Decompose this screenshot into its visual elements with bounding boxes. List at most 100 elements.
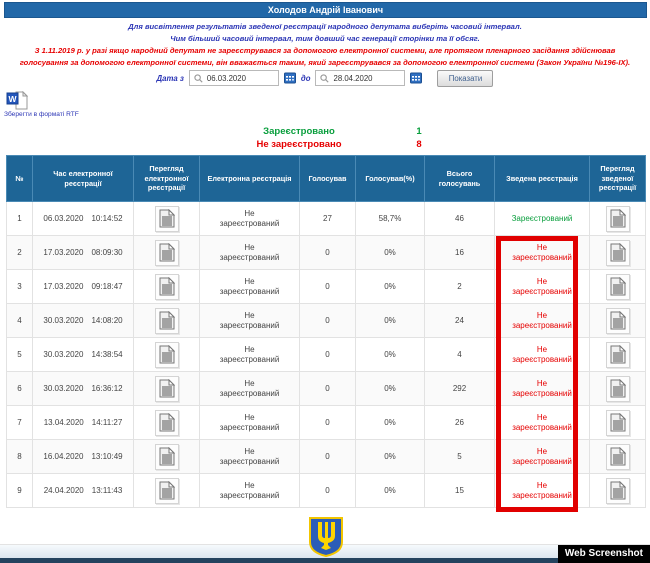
- registration-time: 30.03.202014:38:54: [33, 338, 134, 372]
- not-registered-count: 8: [404, 139, 434, 150]
- voted-count: 27: [300, 202, 356, 236]
- summary-status-text: Зареєстрований: [512, 214, 573, 224]
- table-row: 530.03.202014:38:54Не зареєстрований00%4…: [7, 338, 646, 372]
- footer-blue-bar: [0, 558, 650, 563]
- web-screenshot-watermark: Web Screenshot: [558, 545, 650, 563]
- column-header: Перегляд електронної реєстрації: [134, 156, 200, 202]
- view-summary-registration-button[interactable]: [606, 410, 630, 436]
- view-summary-registration-button[interactable]: [606, 274, 630, 300]
- view-summary-registration-cell: [590, 440, 646, 474]
- view-electronic-registration-button[interactable]: [155, 308, 179, 334]
- page-title: Холодов Андрій Іванович: [4, 2, 647, 18]
- row-number: 7: [7, 406, 33, 440]
- view-summary-registration-button[interactable]: [606, 240, 630, 266]
- table-row: 630.03.202016:36:12Не зареєстрований00%2…: [7, 372, 646, 406]
- table-header-row: №Час електронної реєстраціїПерегляд елек…: [7, 156, 646, 202]
- total-votes: 292: [425, 372, 495, 406]
- registration-time: 13.04.202014:11:27: [33, 406, 134, 440]
- calendar-icon[interactable]: [284, 72, 296, 84]
- rtf-link-label: Зберегти в форматі RTF: [4, 111, 94, 118]
- view-electronic-registration-button[interactable]: [155, 274, 179, 300]
- voted-percent: 0%: [356, 304, 425, 338]
- view-electronic-registration-button[interactable]: [155, 444, 179, 470]
- row-number: 3: [7, 270, 33, 304]
- rtf-export-link[interactable]: W Зберегти в форматі RTF: [4, 91, 94, 118]
- registration-datetime: 13.04.202014:11:27: [44, 418, 123, 427]
- total-votes: 15: [425, 474, 495, 508]
- view-summary-registration-button[interactable]: [606, 206, 630, 232]
- summary-status-text: Не зареєстрований: [510, 379, 574, 399]
- view-summary-registration-button[interactable]: [606, 308, 630, 334]
- document-page-icon: [159, 311, 175, 330]
- registration-time: 16.04.202013:10:49: [33, 440, 134, 474]
- voted-percent: 0%: [356, 270, 425, 304]
- row-number: 9: [7, 474, 33, 508]
- view-electronic-registration-button[interactable]: [155, 342, 179, 368]
- show-button[interactable]: Показати: [437, 70, 493, 87]
- view-summary-registration-cell: [590, 474, 646, 508]
- date-to-label: до: [301, 74, 311, 83]
- total-votes: 26: [425, 406, 495, 440]
- document-page-icon: [610, 277, 626, 296]
- registered-label: Зареєстровано: [219, 126, 379, 137]
- instruction-line-1: Для висвітлення результатів зведеної реє…: [0, 22, 650, 31]
- table-row: 816.04.202013:10:49Не зареєстрований00%5…: [7, 440, 646, 474]
- view-summary-registration-button[interactable]: [606, 342, 630, 368]
- registered-count: 1: [404, 126, 434, 137]
- electronic-status-text: Не зареєстрований: [218, 379, 282, 399]
- word-document-icon: W: [6, 91, 28, 110]
- electronic-registration-status: Не зареєстрований: [200, 270, 300, 304]
- electronic-registration-status: Не зареєстрований: [200, 406, 300, 440]
- column-header: Голосував(%): [356, 156, 425, 202]
- view-summary-registration-button[interactable]: [606, 376, 630, 402]
- date-from-label: Дата з: [157, 74, 184, 83]
- date-from-value: 06.03.2020: [207, 74, 246, 83]
- view-summary-registration-button[interactable]: [606, 444, 630, 470]
- view-summary-registration-button[interactable]: [606, 478, 630, 504]
- view-electronic-registration-button[interactable]: [155, 410, 179, 436]
- electronic-registration-status: Не зареєстрований: [200, 202, 300, 236]
- view-electronic-registration-button[interactable]: [155, 478, 179, 504]
- electronic-registration-status: Не зареєстрований: [200, 236, 300, 270]
- document-page-icon: [159, 413, 175, 432]
- column-header: Зведена реєстрація: [495, 156, 590, 202]
- electronic-registration-status: Не зареєстрований: [200, 338, 300, 372]
- summary-registration-status: Не зареєстрований: [495, 338, 590, 372]
- table-row: 317.03.202009:18:47Не зареєстрований00%2…: [7, 270, 646, 304]
- summary-registration-status: Не зареєстрований: [495, 372, 590, 406]
- results-table: №Час електронної реєстраціїПерегляд елек…: [6, 155, 646, 508]
- view-summary-registration-cell: [590, 202, 646, 236]
- calendar-icon[interactable]: [410, 72, 422, 84]
- total-votes: 24: [425, 304, 495, 338]
- registration-time: 06.03.202010:14:52: [33, 202, 134, 236]
- column-header: Час електронної реєстрації: [33, 156, 134, 202]
- voted-count: 0: [300, 474, 356, 508]
- voted-percent: 0%: [356, 236, 425, 270]
- document-page-icon: [159, 481, 175, 500]
- total-votes: 4: [425, 338, 495, 372]
- summary-status-text: Не зареєстрований: [510, 311, 574, 331]
- view-summary-registration-cell: [590, 372, 646, 406]
- voted-count: 0: [300, 406, 356, 440]
- view-electronic-registration-cell: [134, 270, 200, 304]
- view-electronic-registration-button[interactable]: [155, 206, 179, 232]
- registration-time: 30.03.202014:08:20: [33, 304, 134, 338]
- total-votes: 46: [425, 202, 495, 236]
- view-electronic-registration-cell: [134, 236, 200, 270]
- date-from-input[interactable]: 06.03.2020: [189, 70, 279, 86]
- document-page-icon: [159, 277, 175, 296]
- electronic-status-text: Не зареєстрований: [218, 447, 282, 467]
- document-page-icon: [610, 413, 626, 432]
- law-warning-text: З 1.11.2019 р. у разі якщо народний депу…: [15, 45, 635, 69]
- document-page-icon: [159, 209, 175, 228]
- view-electronic-registration-cell: [134, 304, 200, 338]
- date-to-input[interactable]: 28.04.2020: [315, 70, 405, 86]
- table-row: 217.03.202008:09:30Не зареєстрований00%1…: [7, 236, 646, 270]
- voted-percent: 0%: [356, 474, 425, 508]
- document-page-icon: [610, 379, 626, 398]
- view-electronic-registration-button[interactable]: [155, 240, 179, 266]
- view-electronic-registration-button[interactable]: [155, 376, 179, 402]
- table-row: 106.03.202010:14:52Не зареєстрований2758…: [7, 202, 646, 236]
- total-votes: 16: [425, 236, 495, 270]
- view-electronic-registration-cell: [134, 474, 200, 508]
